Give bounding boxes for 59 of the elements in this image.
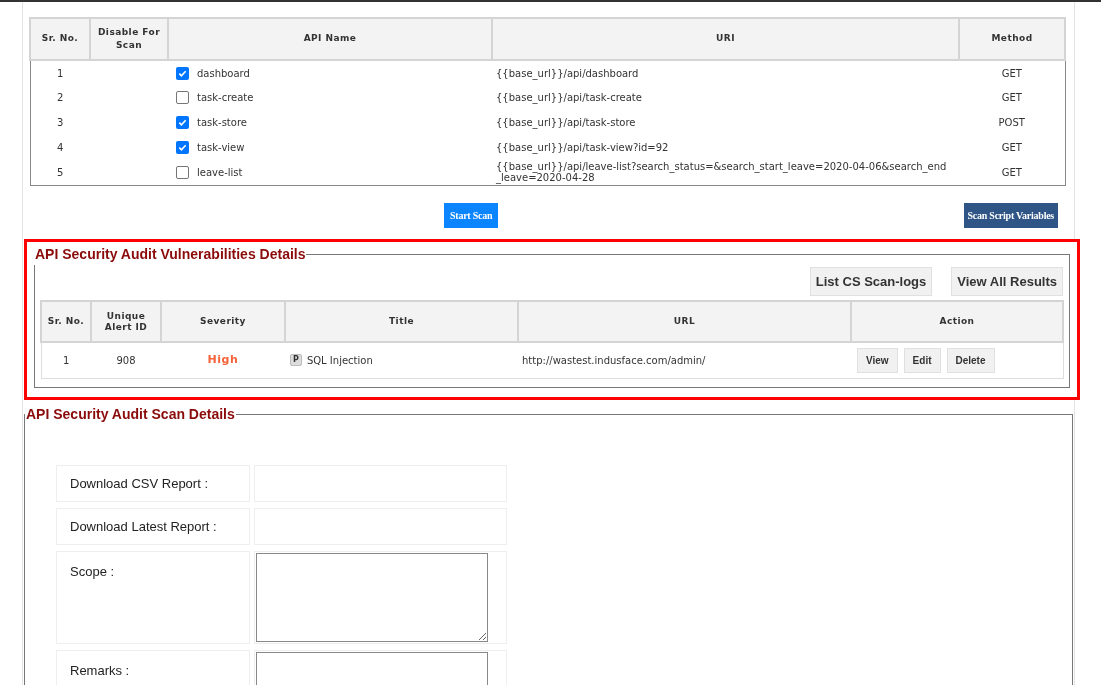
text-area[interactable]: [256, 553, 488, 642]
api-uri: {{base_url}}/api/task-store: [496, 117, 636, 128]
checkmark-icon: [178, 143, 187, 152]
row-number: 2: [57, 92, 64, 103]
alert-title: SQL Injection: [306, 353, 373, 368]
http-method: GET: [1001, 67, 1022, 79]
http-method: POST: [998, 117, 1025, 128]
api-uri: {{base_url}}/api/leave-list?search_status=&search_start_leave=2020-04-06&search_end_leave=2020-04-28: [496, 161, 947, 184]
form-label-cell: Scope :: [56, 551, 250, 644]
scan-script-variables-button[interactable]: Scan Script Variables: [963, 203, 1058, 228]
section-title: API Security Audit Scan Details: [25, 405, 236, 424]
api-name: dashboard: [197, 66, 250, 81]
form-label-cell: Remarks :: [56, 650, 250, 685]
alert-id: 908: [116, 354, 136, 366]
toolbar-button[interactable]: View All Results: [951, 267, 1063, 296]
badge: P: [290, 354, 302, 367]
api-uri: {{base_url}}/api/dashboard: [496, 67, 639, 79]
action-button[interactable]: Delete: [946, 347, 995, 373]
column-header: URI: [492, 18, 959, 60]
row-number: 3: [57, 117, 64, 128]
http-method: GET: [1001, 92, 1022, 103]
row-number: 1: [57, 67, 64, 79]
column-header: Unique Alert ID: [91, 301, 161, 342]
http-method: GET: [1001, 166, 1022, 178]
checkbox[interactable]: [176, 66, 189, 80]
http-method: GET: [1001, 142, 1022, 153]
form-label-cell: Download CSV Report :: [56, 465, 250, 502]
api-name: leave-list: [197, 165, 243, 180]
column-header: Disable For Scan: [90, 18, 168, 60]
column-header: URL: [518, 301, 851, 342]
column-header: Severity: [161, 301, 285, 342]
checkbox[interactable]: [176, 165, 189, 179]
checkbox[interactable]: [176, 116, 189, 129]
checkmark-icon: [178, 68, 187, 78]
section-title: API Security Audit Vulnerabilities Details: [34, 245, 307, 264]
toolbar-button[interactable]: List CS Scan-logs: [809, 267, 933, 296]
row-number: 4: [57, 142, 64, 153]
row-number: 5: [57, 166, 64, 178]
row-number: 1: [63, 354, 70, 366]
column-header: API Name: [168, 18, 492, 60]
column-header: Sr. No.: [41, 301, 91, 342]
form-label-cell: Download Latest Report :: [56, 508, 250, 545]
api-uri: {{base_url}}/api/task-view?id=92: [496, 142, 669, 153]
action-button[interactable]: View: [857, 347, 898, 373]
column-header: Title: [285, 301, 518, 342]
action-button[interactable]: Edit: [903, 347, 941, 373]
severity-label: High: [207, 353, 239, 366]
alert-url: http://wastest.indusface.com/admin/: [522, 354, 706, 366]
column-header: Action: [851, 301, 1063, 342]
column-header: Method: [959, 18, 1065, 60]
api-name: task-store: [197, 116, 247, 130]
checkbox[interactable]: [176, 141, 189, 154]
api-uri: {{base_url}}/api/task-create: [496, 92, 642, 103]
checkmark-icon: [178, 118, 187, 127]
checkbox[interactable]: [176, 91, 189, 104]
api-name: task-create: [197, 91, 254, 105]
column-header: Sr. No.: [30, 18, 90, 60]
start-scan-button[interactable]: Start Scan: [444, 203, 499, 228]
api-name: task-view: [197, 141, 245, 155]
